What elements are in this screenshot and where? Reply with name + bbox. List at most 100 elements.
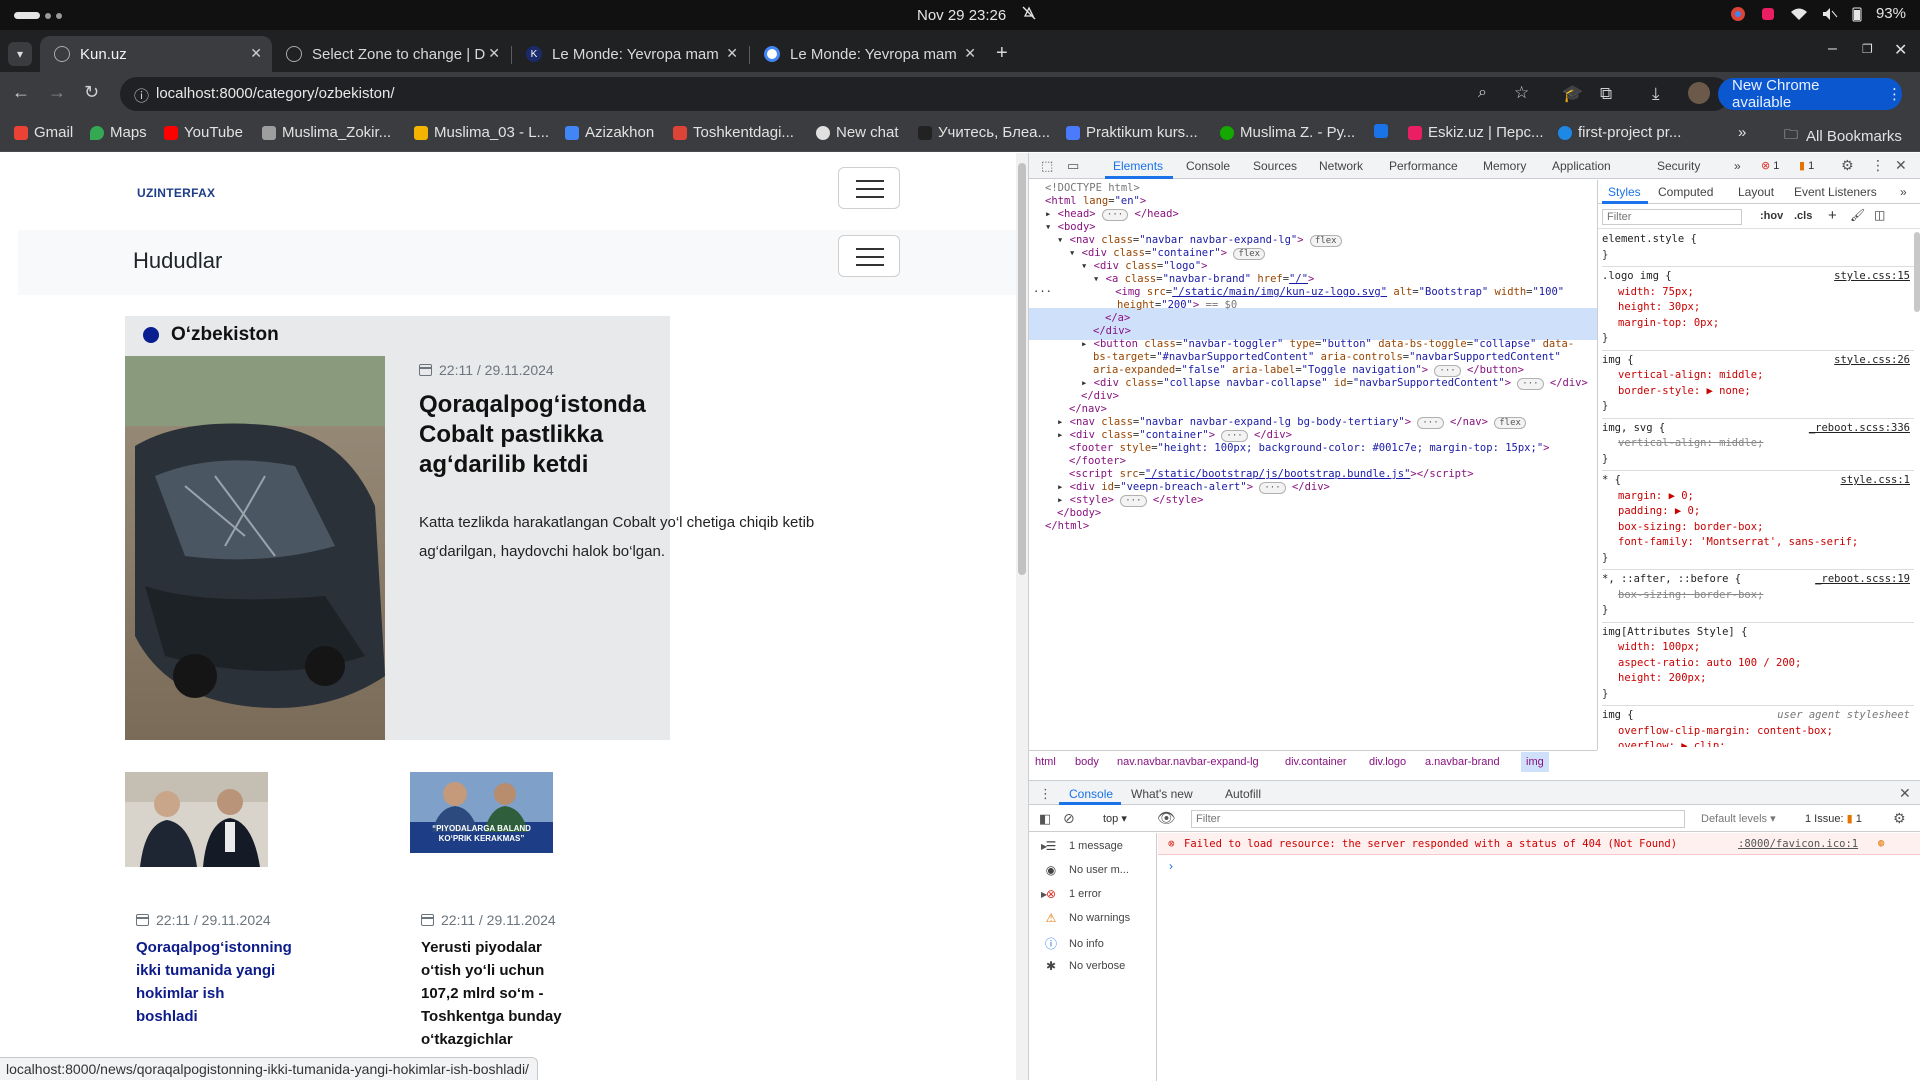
bookmark-first-project[interactable]: first-project pr... bbox=[1558, 124, 1681, 141]
css-property[interactable]: margin: ▶ 0; bbox=[1602, 489, 1914, 505]
close-tab-icon[interactable]: ✕ bbox=[250, 45, 262, 62]
minimize-icon[interactable]: – bbox=[1828, 40, 1837, 58]
bookmark-eskiz[interactable]: Eskiz.uz | Перс... bbox=[1408, 124, 1544, 141]
dom-line[interactable]: ▸ <div class="collapse navbar-collapse" … bbox=[1081, 375, 1588, 391]
breadcrumb-navbar-brand[interactable]: a.navbar-brand bbox=[1425, 756, 1500, 768]
featured-news-image[interactable] bbox=[125, 356, 385, 740]
styles-tab-computed[interactable]: Computed bbox=[1658, 185, 1713, 199]
app-tray-icon[interactable] bbox=[1760, 6, 1776, 22]
breadcrumb-body[interactable]: body bbox=[1075, 756, 1099, 768]
css-rule[interactable]: element.style {} bbox=[1602, 232, 1914, 263]
extensions-puzzle-icon[interactable]: ⧉ bbox=[1600, 84, 1612, 104]
css-rule[interactable]: *, ::after, ::before {_reboot.scss:19 box… bbox=[1602, 572, 1914, 619]
devtools-tab-network[interactable]: Network bbox=[1319, 159, 1363, 173]
add-rule-icon[interactable]: + bbox=[1828, 207, 1837, 224]
reload-icon[interactable]: ↻ bbox=[84, 82, 99, 103]
breadcrumb-container[interactable]: div.container bbox=[1285, 756, 1347, 768]
css-source-link[interactable]: style.css:26 bbox=[1834, 353, 1910, 369]
toggle-sidebar-icon[interactable]: ◫ bbox=[1874, 208, 1885, 222]
console-filter-input[interactable] bbox=[1191, 810, 1685, 828]
dom-line-selected[interactable]: height="200"> == $0 bbox=[1117, 297, 1237, 313]
css-source-link[interactable]: user agent stylesheet bbox=[1777, 708, 1910, 724]
warning-count-badge[interactable]: ▮ 1 bbox=[1799, 159, 1814, 172]
hover-state-toggle[interactable]: :hov bbox=[1760, 210, 1783, 222]
context-selector[interactable]: top ▾ bbox=[1103, 812, 1127, 825]
css-rule[interactable]: img {user agent stylesheet overflow-clip-… bbox=[1602, 708, 1914, 747]
bookmark-muslima-z[interactable]: Muslima Z. - Ру... bbox=[1220, 124, 1355, 141]
new-tab-icon[interactable]: + bbox=[996, 42, 1008, 65]
devtools-menu-icon[interactable]: ⋮ bbox=[1871, 157, 1885, 174]
secondary-navbar-toggler-button[interactable] bbox=[838, 235, 900, 277]
devtools-tab-application[interactable]: Application bbox=[1552, 159, 1611, 173]
console-error-message[interactable]: ⊗ Failed to load resource: the server re… bbox=[1158, 833, 1920, 855]
profile-avatar-icon[interactable] bbox=[1688, 82, 1710, 104]
bookmark-praktikum[interactable]: Praktikum kurs... bbox=[1066, 124, 1198, 141]
tab-le-monde-2[interactable]: Le Monde: Yevropa mam ✕ bbox=[750, 36, 986, 72]
featured-news-title[interactable]: Qoraqalpog‘istonda Cobalt pastlikka ag‘d… bbox=[419, 390, 659, 480]
css-rule[interactable]: img {style.css:26 vertical-align: middle;… bbox=[1602, 353, 1914, 415]
navbar-toggler-button[interactable] bbox=[838, 167, 900, 209]
css-source-link[interactable]: style.css:1 bbox=[1840, 473, 1910, 489]
news-card-title[interactable]: Yerusti piyodalar o‘tish yo‘li uchun 107… bbox=[421, 936, 611, 1051]
bookmark-youtube[interactable]: YouTube bbox=[164, 124, 243, 141]
site-info-icon[interactable]: ⓘ bbox=[134, 85, 149, 106]
css-source-link[interactable]: _reboot.scss:19 bbox=[1815, 572, 1910, 588]
css-selector[interactable]: img[Attributes Style] { bbox=[1602, 626, 1747, 638]
more-panes-icon[interactable]: » bbox=[1900, 185, 1907, 199]
issues-counter[interactable]: 1 Issue: ▮ 1 bbox=[1805, 812, 1862, 825]
drawer-tab-autofill[interactable]: Autofill bbox=[1225, 787, 1261, 801]
search-error-icon[interactable]: ◍ bbox=[1878, 837, 1884, 849]
bookmark-muslima-03[interactable]: Muslima_03 - L... bbox=[414, 124, 549, 141]
css-property[interactable]: font-family: 'Montserrat', sans-serif; bbox=[1602, 535, 1914, 551]
all-bookmarks-button[interactable]: 🗀 All Bookmarks bbox=[1784, 124, 1902, 148]
wifi-icon[interactable] bbox=[1790, 7, 1808, 21]
css-selector[interactable]: element.style { bbox=[1602, 233, 1697, 245]
clear-console-icon[interactable]: ⊘ bbox=[1063, 810, 1075, 827]
drawer-menu-icon[interactable]: ⋮ bbox=[1039, 786, 1052, 802]
chrome-app-icon[interactable] bbox=[1730, 6, 1746, 22]
device-toolbar-icon[interactable]: ▭ bbox=[1067, 158, 1079, 174]
class-toggle[interactable]: .cls bbox=[1794, 210, 1812, 222]
css-property[interactable]: height: 200px; bbox=[1602, 671, 1914, 687]
more-tabs-icon[interactable]: » bbox=[1734, 159, 1741, 173]
download-icon[interactable]: ⤓ bbox=[1652, 84, 1660, 104]
css-rule[interactable]: * {style.css:1 margin: ▶ 0; padding: ▶ 0; b… bbox=[1602, 473, 1914, 566]
css-property[interactable]: box-sizing: border-box; bbox=[1602, 588, 1914, 604]
css-property[interactable]: vertical-align: middle; bbox=[1602, 368, 1914, 384]
news-card-image[interactable]: “PIYODALARGA BALAND KO‘PRIK KERAKMAS” bbox=[410, 772, 553, 853]
css-source-link[interactable]: _reboot.scss:336 bbox=[1809, 421, 1910, 437]
css-property[interactable]: margin-top: 0px; bbox=[1602, 316, 1914, 332]
devtools-tab-security[interactable]: Security bbox=[1657, 159, 1700, 173]
css-selector[interactable]: * { bbox=[1602, 474, 1621, 486]
sidebar-errors[interactable]: ▶ ⊗ 1 error bbox=[1041, 887, 1101, 901]
console-prompt-icon[interactable]: › bbox=[1169, 859, 1173, 873]
css-property[interactable]: border-style: ▶ none; bbox=[1602, 384, 1914, 400]
error-count-badge[interactable]: ⊗ 1 bbox=[1761, 159, 1779, 172]
css-selector[interactable]: img { bbox=[1602, 709, 1634, 721]
clock[interactable]: Nov 29 23:26 bbox=[917, 6, 1036, 24]
devtools-tab-performance[interactable]: Performance bbox=[1389, 159, 1458, 173]
devtools-tab-elements[interactable]: Elements bbox=[1113, 159, 1163, 173]
paint-icon[interactable]: 🖌 bbox=[1850, 208, 1865, 222]
bookmark-muslima-zokir[interactable]: Muslima_Zokir... bbox=[262, 124, 391, 141]
bookmark-new-chat[interactable]: New chat bbox=[816, 124, 899, 141]
breadcrumb-img[interactable]: img bbox=[1521, 752, 1549, 772]
back-icon[interactable]: ← bbox=[12, 82, 30, 103]
css-property[interactable]: overflow: ▶ clip; bbox=[1602, 739, 1914, 747]
css-property[interactable]: box-sizing: border-box; bbox=[1602, 520, 1914, 536]
devtools-tab-console[interactable]: Console bbox=[1186, 159, 1230, 173]
settings-gear-icon[interactable]: ⚙ bbox=[1841, 157, 1854, 174]
tab-kun-uz[interactable]: Kun.uz ✕ bbox=[40, 36, 272, 72]
zoom-icon[interactable]: ⌕ bbox=[1478, 84, 1487, 102]
css-selector[interactable]: .logo img { bbox=[1602, 270, 1672, 282]
css-rule[interactable]: img, svg {_reboot.scss:336 vertical-align… bbox=[1602, 421, 1914, 468]
drawer-tab-whats-new[interactable]: What's new bbox=[1131, 787, 1193, 801]
show-sidebar-icon[interactable]: ◧ bbox=[1039, 811, 1051, 827]
system-tray[interactable]: 93% bbox=[1730, 5, 1906, 22]
maximize-icon[interactable]: ❐ bbox=[1862, 42, 1873, 56]
breadcrumb-logo[interactable]: div.logo bbox=[1369, 756, 1406, 768]
styles-tab-styles[interactable]: Styles bbox=[1608, 185, 1641, 199]
drawer-tab-console[interactable]: Console bbox=[1069, 787, 1113, 801]
dom-line[interactable]: <footer style="height: 100px; background… bbox=[1069, 440, 1549, 456]
sidebar-user-messages[interactable]: ◉ No user m... bbox=[1043, 863, 1129, 877]
